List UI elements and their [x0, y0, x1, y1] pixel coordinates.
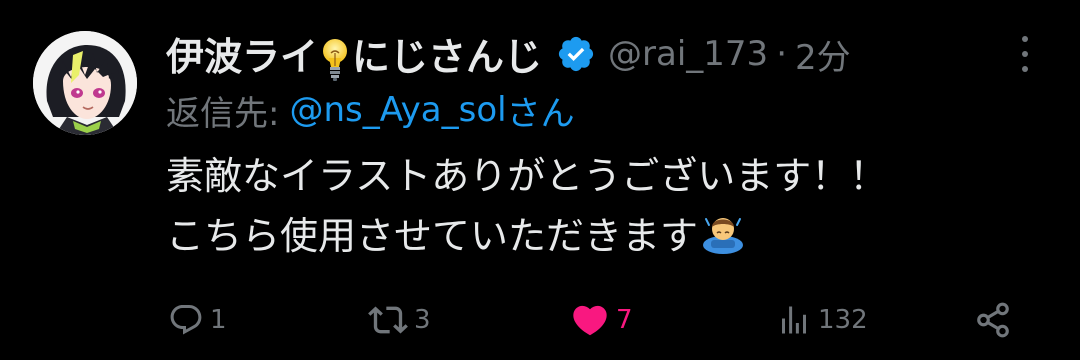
display-name[interactable]: 伊波ライ にじさんじ [166, 26, 542, 83]
avatar-image [33, 31, 137, 135]
action-bar: 1 3 7 132 [0, 290, 1080, 350]
separator-dot: · [776, 34, 787, 74]
retweet-count: 3 [414, 305, 431, 335]
reply-to-suffix: さん [506, 93, 575, 134]
tweet-text-line-1: 素敵なイラストありがとうございます！！ [166, 154, 888, 198]
share-icon [977, 302, 1009, 338]
like-button[interactable]: 7 [570, 290, 633, 350]
display-name-part1: 伊波ライ [166, 34, 319, 79]
verified-badge-icon[interactable] [556, 34, 596, 74]
retweet-icon [368, 306, 408, 334]
light-bulb-icon [320, 36, 350, 82]
views-button[interactable]: 132 [776, 290, 868, 350]
share-button[interactable] [974, 290, 1012, 350]
avatar[interactable] [33, 31, 137, 135]
reply-context: 返信先: @ns_Aya_sol さん [166, 86, 575, 134]
timestamp[interactable]: 2分 [795, 30, 851, 79]
like-count: 7 [616, 305, 633, 335]
views-icon [782, 306, 806, 334]
heart-icon [573, 305, 607, 336]
bowing-person-icon [700, 209, 746, 255]
tweet-text: 素敵なイラストありがとうございます！！ こちら使用させていただきます [166, 146, 1056, 266]
view-count: 132 [818, 305, 868, 335]
reply-button[interactable]: 1 [168, 290, 227, 350]
reply-icon [170, 305, 202, 335]
tweet-text-line-2-wrap: こちら使用させていただきます [166, 206, 1056, 266]
display-name-part2: にじさんじ [352, 34, 543, 79]
retweet-button[interactable]: 3 [368, 290, 431, 350]
tweet-text-line-2: こちら使用させていただきます [166, 214, 699, 258]
reply-to-label: 返信先: [166, 93, 280, 134]
reply-count: 1 [210, 305, 227, 335]
reply-to-user-link[interactable]: @ns_Aya_sol [289, 90, 506, 130]
tweet[interactable]: 伊波ライ にじさんじ @rai_173 · 2分 返信先: @ns_Aya_so… [0, 0, 1080, 360]
author-handle[interactable]: @rai_173 [608, 34, 768, 74]
more-options-icon[interactable] [1014, 36, 1036, 72]
tweet-header: 伊波ライ にじさんじ @rai_173 · 2分 [166, 26, 851, 82]
